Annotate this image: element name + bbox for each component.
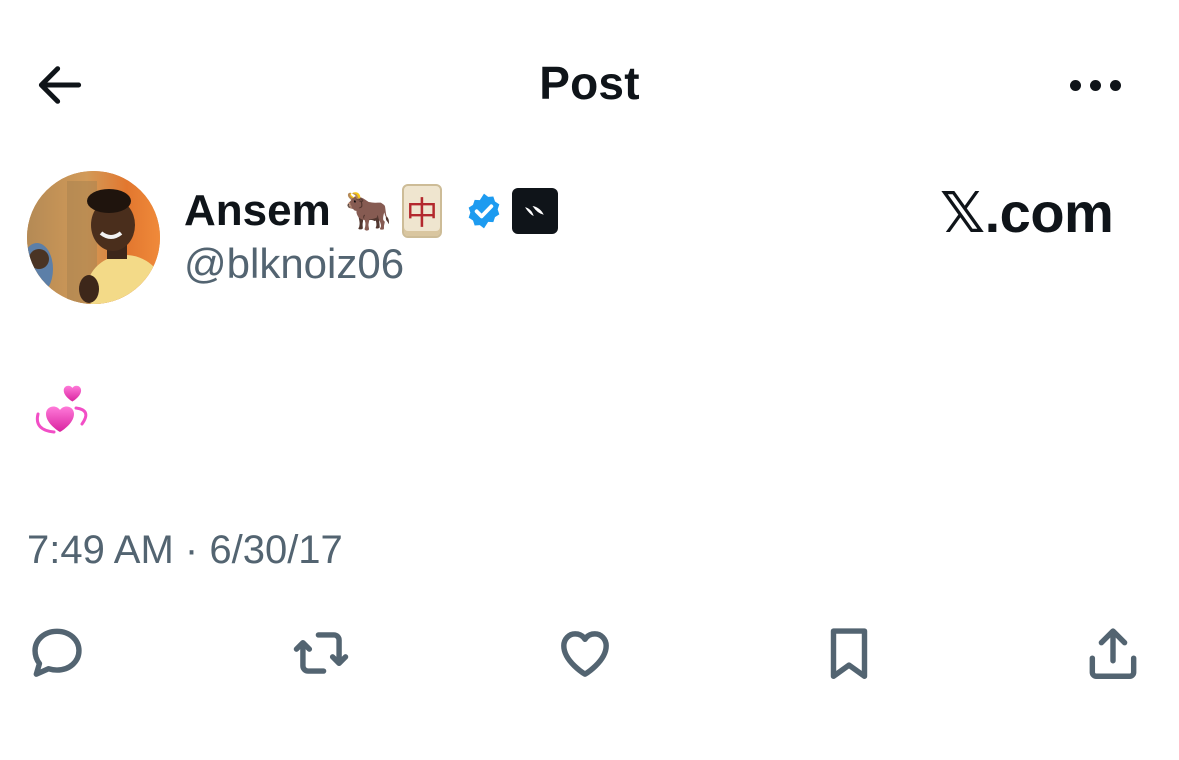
avatar[interactable] <box>27 171 160 304</box>
avatar-image <box>27 171 160 304</box>
user-handle[interactable]: @blknoiz06 <box>184 240 404 288</box>
author-name-row: Ansem 🐂 中 <box>184 180 559 242</box>
repost-icon <box>293 632 349 674</box>
post-text: 💞 <box>30 380 94 440</box>
post-timestamp: 7:49 AM · 6/30/17 <box>27 528 343 573</box>
affiliate-badge-icon[interactable] <box>512 188 559 234</box>
page-title: Post <box>539 57 640 109</box>
heart-icon <box>561 631 609 677</box>
post-time[interactable]: 7:49 AM <box>27 528 174 572</box>
share-icon <box>1089 628 1137 679</box>
revolving-hearts-emoji <box>35 385 88 434</box>
mahjong-tile-char: 中 <box>406 194 439 232</box>
affiliate-logo-icon <box>525 206 544 216</box>
reply-button[interactable] <box>22 618 92 688</box>
more-horizontal-icon <box>1069 79 1081 91</box>
mahjong-tile-emoji: 中 <box>402 184 443 238</box>
x-watermark: 𝕏.com <box>940 181 1114 244</box>
post-date[interactable]: 6/30/17 <box>209 528 342 572</box>
bookmark-button[interactable] <box>814 618 884 688</box>
display-name[interactable]: Ansem <box>184 186 331 236</box>
verified-badge-icon[interactable] <box>464 191 504 231</box>
share-button[interactable] <box>1078 618 1148 688</box>
reply-icon <box>32 628 82 677</box>
ox-emoji: 🐂 <box>344 189 393 233</box>
repost-button[interactable] <box>286 618 356 688</box>
bookmark-icon <box>830 628 868 679</box>
like-button[interactable] <box>550 618 620 688</box>
more-options-button[interactable] <box>1052 60 1138 110</box>
timestamp-separator: · <box>184 528 199 572</box>
